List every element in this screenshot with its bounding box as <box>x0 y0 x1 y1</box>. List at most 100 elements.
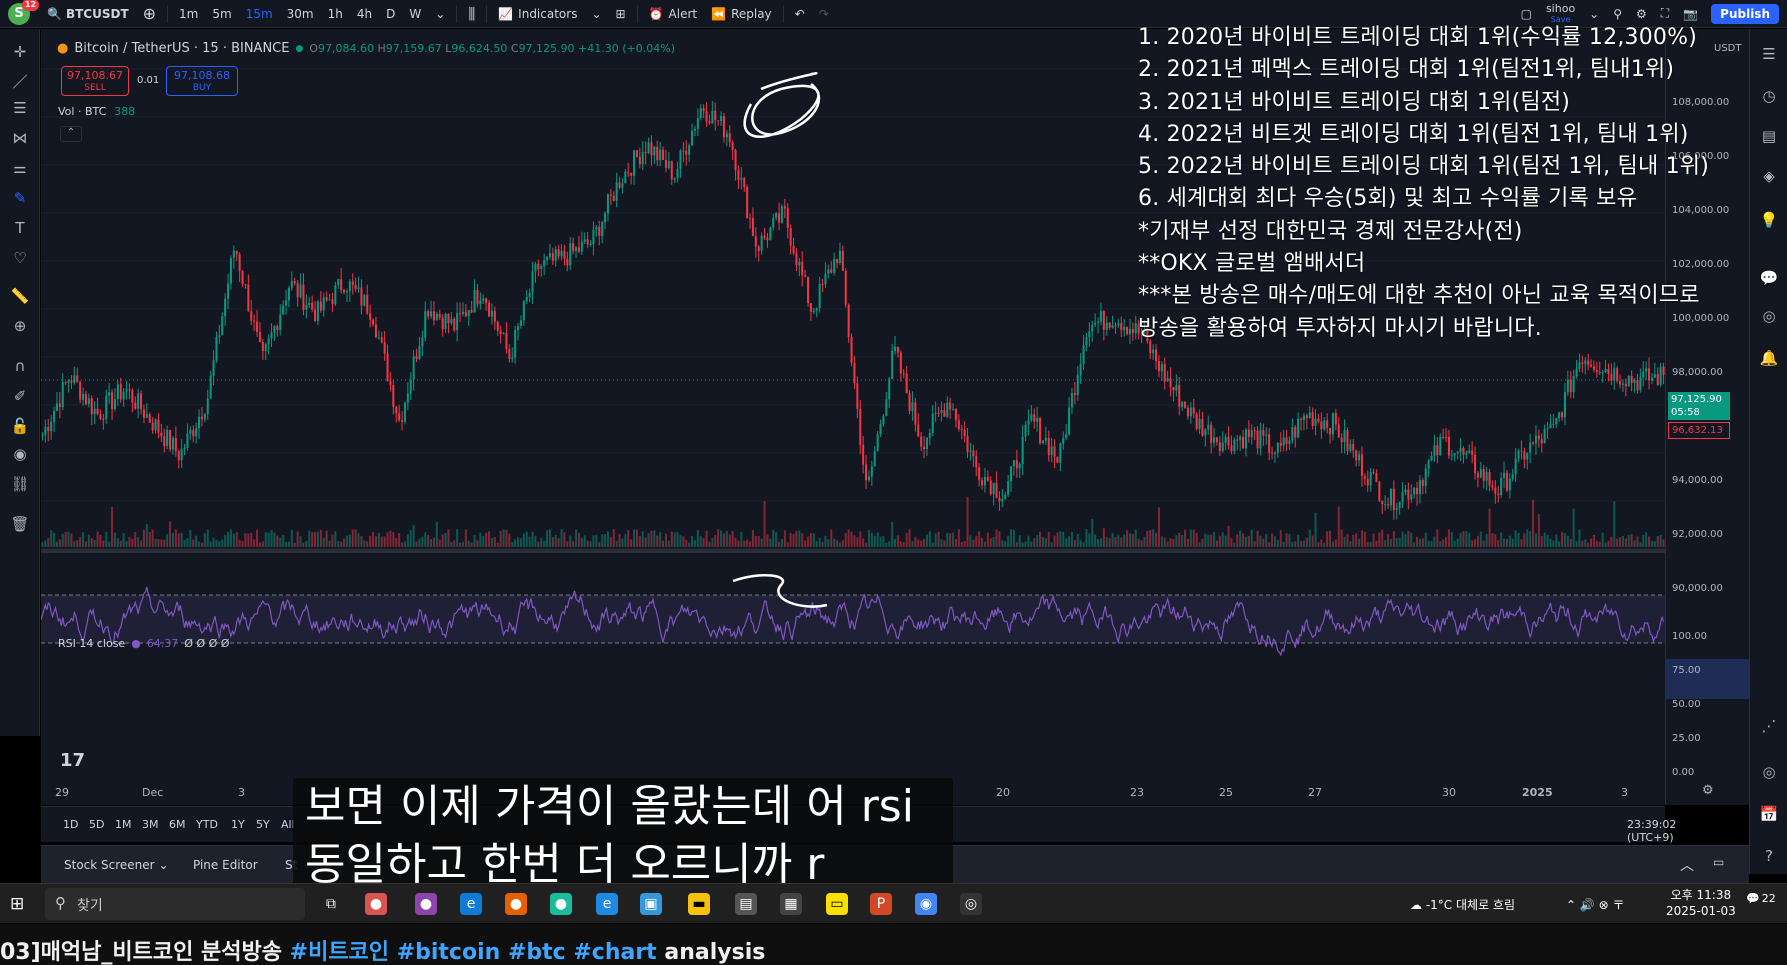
text-icon[interactable]: T <box>8 217 32 239</box>
candle-body <box>928 432 931 438</box>
app-icon[interactable]: ▤ <box>735 893 757 915</box>
calendar-icon[interactable]: 📅 <box>1758 803 1780 825</box>
app-icon[interactable]: ● <box>550 893 572 915</box>
app-icon[interactable]: ▣ <box>640 893 662 915</box>
publish-button[interactable]: Publish <box>1711 3 1779 24</box>
trash-icon[interactable]: 🗑 <box>8 513 32 535</box>
crosshair-icon[interactable]: ✛ <box>8 41 32 63</box>
obs-icon[interactable]: ◎ <box>960 893 982 915</box>
redo-icon[interactable]: ↷ <box>812 0 836 28</box>
volume-bar <box>914 537 917 547</box>
interval-1m[interactable]: 1m <box>172 0 205 28</box>
object-tree-icon[interactable]: ⋰ <box>1758 715 1780 737</box>
magnet-icon[interactable]: ∩ <box>8 355 32 377</box>
undo-icon[interactable]: ↶ <box>788 0 812 28</box>
task-view-icon[interactable]: ⧉ <box>320 893 342 915</box>
candle-body <box>514 329 517 358</box>
windows-start-icon[interactable]: ⊞ <box>10 894 24 914</box>
forecast-icon[interactable]: ⚌ <box>8 157 32 179</box>
explorer-folder-icon[interactable]: ▬ <box>688 893 710 915</box>
firefox-icon[interactable]: ● <box>505 893 527 915</box>
timezone-clock[interactable]: 23:39:02 (UTC+9) <box>1627 818 1676 844</box>
pattern-icon[interactable]: ⋈ <box>8 127 32 149</box>
compare-plus-icon[interactable]: ⊕ <box>136 0 163 28</box>
volume-bar <box>847 529 850 547</box>
range-1y[interactable]: 1Y <box>231 818 245 831</box>
tray-icons[interactable]: ⌃ 🔊 ⊗ 〒 <box>1566 896 1625 913</box>
chevron-down-icon[interactable]: ⌄ <box>428 0 452 28</box>
templates-grid-icon[interactable]: ⊞ <box>609 0 633 28</box>
range-1m[interactable]: 1M <box>115 818 132 831</box>
candles-type-icon[interactable]: ⫼ <box>461 0 482 28</box>
fib-icon[interactable]: ☰ <box>8 97 32 119</box>
interval-w[interactable]: W <box>402 0 428 28</box>
app-icon[interactable]: ● <box>365 893 387 915</box>
maximize-panel-icon[interactable]: ▭ <box>1713 855 1724 869</box>
candle-body <box>1526 452 1529 460</box>
eye-icon[interactable]: ◉ <box>8 443 32 465</box>
ruler-icon[interactable]: 📏 <box>8 285 32 307</box>
range-6m[interactable]: 6M <box>169 818 186 831</box>
indicators-button[interactable]: 📈 Indicators <box>491 0 584 28</box>
interval-1h[interactable]: 1h <box>321 0 350 28</box>
tradingview-logo[interactable]: 17 <box>60 750 85 771</box>
range-ytd[interactable]: YTD <box>196 818 218 831</box>
candle-body <box>667 161 670 168</box>
interval-30m[interactable]: 30m <box>280 0 321 28</box>
range-1d[interactable]: 1D <box>63 818 78 831</box>
user-avatar[interactable]: S 12 <box>8 0 39 25</box>
tab-stock-screener[interactable]: Stock Screener ⌄ <box>64 858 169 872</box>
video-hashtags[interactable]: #비트코인 #bitcoin #btc #chart <box>290 940 657 965</box>
trend-line-icon[interactable]: ／ <box>8 71 32 93</box>
interval-15m[interactable]: 15m <box>239 0 280 28</box>
app-icon[interactable]: ● <box>415 893 437 915</box>
alert-button[interactable]: ⏰ Alert <box>642 0 705 28</box>
interval-4h[interactable]: 4h <box>350 0 379 28</box>
weather-widget[interactable]: ☁ -1°C 대체로 흐림 <box>1410 896 1515 913</box>
ie-browser-icon[interactable]: e <box>596 893 618 915</box>
lock-icon[interactable]: 🔓 <box>8 415 32 437</box>
target-icon[interactable]: ◎ <box>1758 761 1780 783</box>
calculator-icon[interactable]: ▦ <box>780 893 802 915</box>
notifications-bell-icon[interactable]: 🔔 <box>1758 347 1780 369</box>
tab-pine-editor[interactable]: Pine Editor <box>193 858 258 872</box>
volume-bar <box>1465 530 1468 547</box>
heart-icon[interactable]: ♡ <box>8 247 32 269</box>
range-3m[interactable]: 3M <box>142 818 159 831</box>
interval-5m[interactable]: 5m <box>205 0 238 28</box>
settings-gear-icon[interactable]: ⚙ <box>1702 783 1714 798</box>
kakaotalk-icon[interactable]: ▭ <box>826 893 848 915</box>
candle-body <box>1250 430 1253 438</box>
notification-center[interactable]: 💬 22 <box>1746 892 1776 905</box>
range-5y[interactable]: 5Y <box>256 818 270 831</box>
taskbar-clock[interactable]: 오후 11:38 2025-01-03 <box>1666 887 1736 919</box>
range-5d[interactable]: 5D <box>89 818 104 831</box>
interval-d[interactable]: D <box>379 0 402 28</box>
candle-body <box>403 402 406 422</box>
rsi-scale-label: 25.00 <box>1672 733 1701 744</box>
symbol-search[interactable]: 🔍 BTCUSDT <box>40 0 136 28</box>
zoom-icon[interactable]: ⊕ <box>8 315 32 337</box>
edge-browser-icon[interactable]: e <box>460 893 482 915</box>
candle-body <box>1366 478 1369 486</box>
candle-body <box>720 116 723 122</box>
volume-bar <box>319 529 322 547</box>
candle-body <box>1491 485 1494 488</box>
pencil-lock-icon[interactable]: ✐ <box>8 385 32 407</box>
volume-bar <box>598 542 601 547</box>
powerpoint-icon[interactable]: P <box>870 893 892 915</box>
sell-button[interactable]: 97,108.67 SELL <box>61 66 129 96</box>
app-icon[interactable]: ◉ <box>915 893 937 915</box>
link-icon[interactable]: ⛓ <box>8 473 32 495</box>
volume-bar <box>1288 533 1291 547</box>
buy-button[interactable]: 97,108.68 BUY <box>166 66 238 96</box>
replay-button[interactable]: ⏪ Replay <box>704 0 779 28</box>
video-title-suffix: analysis <box>656 940 766 965</box>
collapse-legend-icon[interactable]: ⌃ <box>60 126 82 142</box>
symbol-title[interactable]: Bitcoin / TetherUS · 15 · BINANCE <box>74 41 289 56</box>
collapse-panel-icon[interactable]: ︿ <box>1680 855 1694 875</box>
chevron-down-icon[interactable]: ⌄ <box>584 0 608 28</box>
help-icon[interactable]: ? <box>1758 845 1780 867</box>
brush-icon[interactable]: ✎ <box>8 187 32 209</box>
taskbar-search[interactable]: ⚲ 찾기 <box>45 888 305 920</box>
